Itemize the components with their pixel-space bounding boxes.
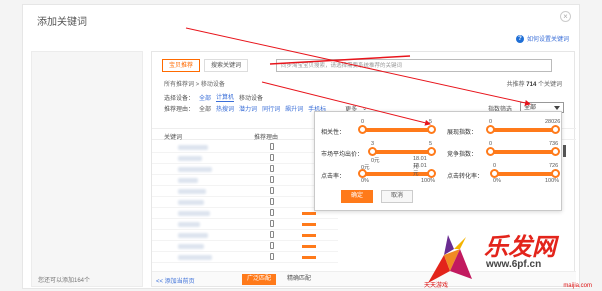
index-bar [302, 212, 316, 215]
phone-icon [270, 187, 274, 194]
breadcrumb: 所有推荐词 > 移动设备 [164, 82, 225, 88]
phone-icon [270, 154, 274, 161]
slider-max-handle[interactable] [551, 169, 560, 178]
slider-track[interactable] [490, 169, 560, 178]
col-reason: 推荐理由 [254, 135, 279, 141]
selected-keywords-panel: 您还可以添加164个 [31, 51, 143, 287]
table-row[interactable] [152, 164, 338, 175]
index-bar [302, 245, 316, 248]
slider-max-handle[interactable] [427, 125, 436, 134]
slider-impression-index: 展现指数： 0 28026 [447, 119, 561, 136]
reason-label: 推荐理由： [164, 107, 195, 113]
slider-track[interactable] [486, 147, 560, 156]
device-label: 选择设备： [164, 95, 195, 102]
slider-competition-index: 竞争指数： 0 736 [447, 141, 560, 158]
index-bar [302, 234, 316, 237]
index-bar [302, 256, 316, 259]
table-row[interactable] [152, 219, 338, 230]
reason-hot[interactable]: 热搜词 [216, 104, 234, 113]
device-filter-row: 选择设备： 全部 计算机 移动设备 [164, 92, 263, 102]
site-watermark: 乐发网 www.6pf.cn 天天游戏 maijia.com [420, 225, 596, 289]
phone-icon [270, 242, 274, 249]
slider-min-handle[interactable] [486, 125, 495, 134]
slider-min-handle[interactable] [486, 147, 495, 156]
help-icon: ? [515, 34, 524, 43]
watermark-badge-right: maijia.com [563, 283, 592, 289]
exact-match-button[interactable]: 精确匹配 [282, 274, 316, 285]
slider-min-handle[interactable] [358, 125, 367, 134]
cancel-button[interactable]: 取消 [381, 190, 413, 203]
total-number: 714 [526, 82, 537, 88]
slider-min-handle[interactable] [490, 169, 499, 178]
slider-avg-bid: 市场平均出价： 3 5 0元 18.01元 [321, 141, 436, 170]
remaining-count-text: 您还可以添加164个 [38, 278, 91, 284]
slider-min-handle[interactable] [368, 147, 377, 156]
reason-peer[interactable]: 同行词 [262, 104, 280, 113]
table-row[interactable] [152, 208, 338, 219]
help-link[interactable]: ? 如何设置关键词 [515, 34, 569, 43]
slider-track[interactable] [368, 147, 436, 156]
table-row[interactable] [152, 153, 338, 164]
table-row[interactable] [152, 197, 338, 208]
phone-icon [270, 143, 274, 150]
slider-label: 竞争指数： [447, 152, 478, 158]
watermark-brand: 乐发网 [484, 232, 556, 261]
deer-logo-icon [428, 235, 472, 283]
tab-bar: 宝贝推荐 搜索关键词 [162, 59, 252, 72]
total-count: 共推荐 714 个关键词 [507, 79, 562, 88]
reason-potential[interactable]: 潜力词 [239, 104, 257, 113]
slider-label: 展现指数： [447, 130, 478, 136]
slider-relevance: 相关性： 0 5 [321, 119, 436, 142]
add-current-page-link[interactable]: << 添加当前页 [156, 276, 195, 285]
index-bar [302, 223, 316, 226]
watermark-badge-left: 天天游戏 [424, 283, 449, 289]
slider-label: 点击转化率： [447, 174, 484, 180]
total-suffix: 个关键词 [537, 82, 562, 88]
slider-track[interactable] [358, 125, 436, 134]
tab-recommend[interactable]: 宝贝推荐 [162, 59, 201, 72]
confirm-button[interactable]: 确定 [341, 190, 373, 203]
help-label: 如何设置关键词 [526, 37, 569, 43]
watermark-url: www.6pf.cn [486, 259, 542, 270]
slider-track[interactable] [486, 125, 560, 134]
device-computer[interactable]: 计算机 [216, 92, 235, 102]
reason-rising[interactable]: 飙升词 [285, 104, 303, 113]
phone-icon [270, 253, 274, 260]
table-row[interactable] [152, 142, 338, 153]
slider-max-handle[interactable] [427, 147, 436, 156]
device-mobile[interactable]: 移动设备 [239, 93, 263, 102]
slider-conversion-rate: 点击转化率： 0 726 0% 100% [447, 163, 560, 184]
col-keyword: 关键词 [164, 135, 183, 141]
phone-icon [270, 176, 274, 183]
slider-label: 市场平均出价： [321, 152, 364, 158]
phone-icon [270, 198, 274, 205]
slider-max-handle[interactable] [551, 147, 560, 156]
table-row[interactable] [152, 241, 338, 252]
phone-icon [270, 231, 274, 238]
phone-icon [270, 165, 274, 172]
table-row[interactable] [152, 230, 338, 241]
slider-ctr: 点击率： 0元 18.01元 0% 100% [321, 163, 436, 184]
total-prefix: 共推荐 [506, 82, 525, 88]
scrollbar-thumb[interactable] [563, 145, 566, 157]
table-row[interactable] [152, 175, 338, 186]
slider-label: 点击率： [321, 174, 346, 180]
close-icon[interactable]: × [560, 11, 571, 22]
table-row[interactable] [152, 252, 338, 263]
phone-icon [270, 209, 274, 216]
table-row[interactable] [152, 186, 338, 197]
phone-icon [270, 220, 274, 227]
search-input[interactable]: 同步淘宝宝贝搜索，请选择需要系统推荐的关键词 [276, 59, 552, 72]
slider-max-handle[interactable] [551, 125, 560, 134]
tab-search-keyword[interactable]: 搜索关键词 [204, 59, 249, 72]
dialog-title: 添加关键词 [37, 17, 87, 28]
reason-all[interactable]: 全部 [199, 104, 211, 113]
device-all[interactable]: 全部 [199, 93, 211, 102]
broad-match-button[interactable]: 广泛匹配 [242, 274, 277, 285]
index-filter-popup: 相关性： 0 5 展现指数： 0 28026 市场平均出价： 3 5 0元 18… [314, 111, 562, 211]
slider-label: 相关性： [321, 130, 346, 136]
